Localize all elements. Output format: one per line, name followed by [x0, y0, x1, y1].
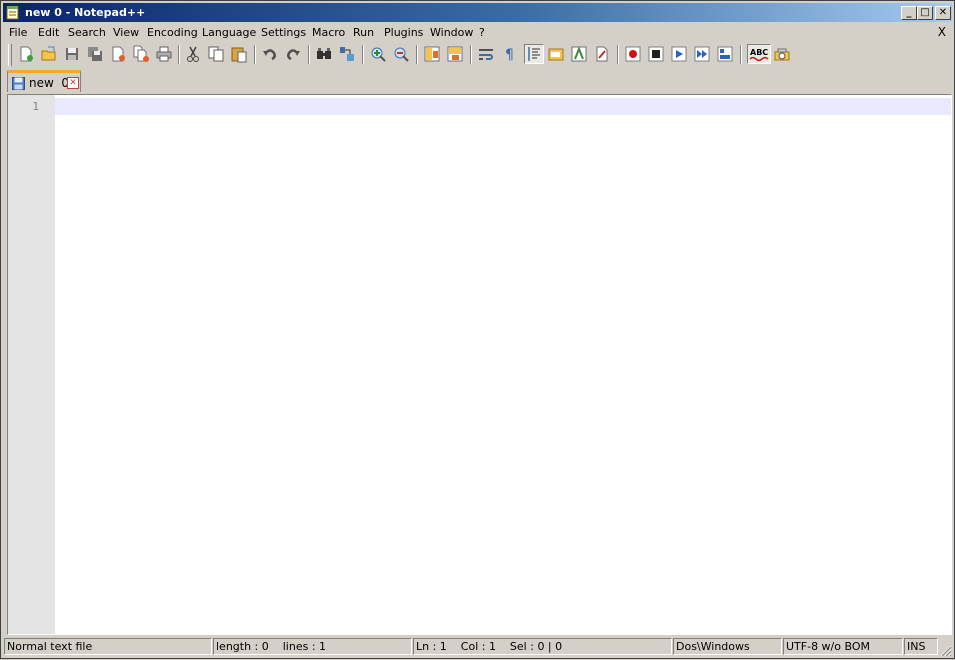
title-bar[interactable]: new 0 - Notepad++ _ □ ✕: [3, 3, 952, 22]
toolbar-separator: [362, 45, 364, 64]
toolbar-separator: [254, 45, 256, 64]
save-all-icon[interactable]: [86, 45, 104, 63]
status-file-type: Normal text file: [4, 638, 212, 655]
menu-settings[interactable]: Settings: [260, 25, 307, 40]
editor-pane[interactable]: 1: [7, 94, 952, 635]
minimize-button[interactable]: _: [901, 6, 917, 20]
toolbar-separator: [308, 45, 310, 64]
tab-close-icon[interactable]: ✕: [67, 77, 79, 89]
zoom-out-icon[interactable]: [392, 45, 410, 63]
window-title: new 0 - Notepad++: [25, 6, 146, 19]
user-defined-language-icon[interactable]: [547, 45, 565, 63]
tab-bar: new 0 ✕: [3, 70, 952, 94]
sync-horizontal-icon[interactable]: [446, 45, 464, 63]
run-macro-multiple-icon[interactable]: [693, 45, 711, 63]
toolbar-separator: [617, 45, 619, 64]
cut-icon[interactable]: [184, 45, 202, 63]
menu-bar: File Edit Search View Encoding Language …: [3, 23, 952, 42]
playback-macro-icon[interactable]: [670, 45, 688, 63]
menu-edit[interactable]: Edit: [37, 25, 60, 40]
line-number-gutter[interactable]: 1: [8, 95, 55, 634]
line-number: 1: [32, 100, 39, 113]
status-insert-mode[interactable]: INS: [904, 638, 938, 655]
launch-in-browser-icon[interactable]: [773, 45, 791, 63]
replace-icon[interactable]: [338, 45, 356, 63]
toolbar: ¶ ABC: [3, 42, 952, 68]
menu-plugins[interactable]: Plugins: [383, 25, 424, 40]
toolbar-separator: [740, 45, 742, 64]
close-document-x[interactable]: X: [938, 25, 946, 40]
toolbar-separator: [470, 45, 472, 64]
menu-help[interactable]: ?: [478, 25, 486, 40]
redo-icon[interactable]: [284, 45, 302, 63]
show-all-characters-icon[interactable]: ¶: [500, 45, 518, 63]
save-macro-icon[interactable]: [716, 45, 734, 63]
zoom-in-icon[interactable]: [369, 45, 387, 63]
svg-text:¶: ¶: [505, 47, 514, 63]
status-eol[interactable]: Dos\Windows: [673, 638, 782, 655]
open-file-icon[interactable]: [40, 45, 58, 63]
sync-vertical-icon[interactable]: [423, 45, 441, 63]
save-icon: [12, 77, 25, 90]
close-file-icon[interactable]: [109, 45, 127, 63]
undo-icon[interactable]: [261, 45, 279, 63]
menu-run[interactable]: Run: [352, 25, 375, 40]
menu-encoding[interactable]: Encoding: [146, 25, 199, 40]
status-position: Ln : 1 Col : 1 Sel : 0 | 0: [413, 638, 672, 655]
document-map-icon[interactable]: [593, 45, 611, 63]
function-list-icon[interactable]: [570, 45, 588, 63]
menu-file[interactable]: File: [8, 25, 28, 40]
print-icon[interactable]: [155, 45, 173, 63]
resize-grip-icon[interactable]: [938, 643, 952, 657]
status-length: length : 0 lines : 1: [213, 638, 412, 655]
text-editing-area[interactable]: [55, 95, 951, 634]
find-icon[interactable]: [315, 45, 333, 63]
tab-new-0[interactable]: new 0 ✕: [7, 70, 81, 92]
tab-label: new 0: [29, 76, 70, 90]
word-wrap-icon[interactable]: [477, 45, 495, 63]
menu-macro[interactable]: Macro: [311, 25, 346, 40]
spell-check-label: ABC: [750, 48, 768, 57]
copy-icon[interactable]: [207, 45, 225, 63]
spell-check-icon[interactable]: ABC: [747, 44, 771, 64]
indent-guide-icon[interactable]: [524, 44, 544, 64]
toolbar-separator: [416, 45, 418, 64]
status-encoding[interactable]: UTF-8 w/o BOM: [783, 638, 903, 655]
close-window-button[interactable]: ✕: [935, 6, 951, 20]
menu-view[interactable]: View: [112, 25, 140, 40]
close-all-icon[interactable]: [132, 45, 150, 63]
menu-search[interactable]: Search: [67, 25, 107, 40]
menu-window[interactable]: Window: [429, 25, 474, 40]
toolbar-grip[interactable]: [8, 44, 12, 66]
status-bar: Normal text file length : 0 lines : 1 Ln…: [3, 637, 952, 657]
stop-recording-icon[interactable]: [647, 45, 665, 63]
notepadpp-window: new 0 - Notepad++ _ □ ✕ File Edit Search…: [0, 0, 955, 659]
toolbar-separator: [178, 45, 180, 64]
notepad-app-icon[interactable]: [6, 5, 20, 20]
paste-icon[interactable]: [230, 45, 248, 63]
save-icon[interactable]: [63, 45, 81, 63]
new-file-icon[interactable]: [17, 45, 35, 63]
menu-language[interactable]: Language: [201, 25, 257, 40]
record-macro-icon[interactable]: [624, 45, 642, 63]
maximize-button[interactable]: □: [917, 6, 933, 20]
